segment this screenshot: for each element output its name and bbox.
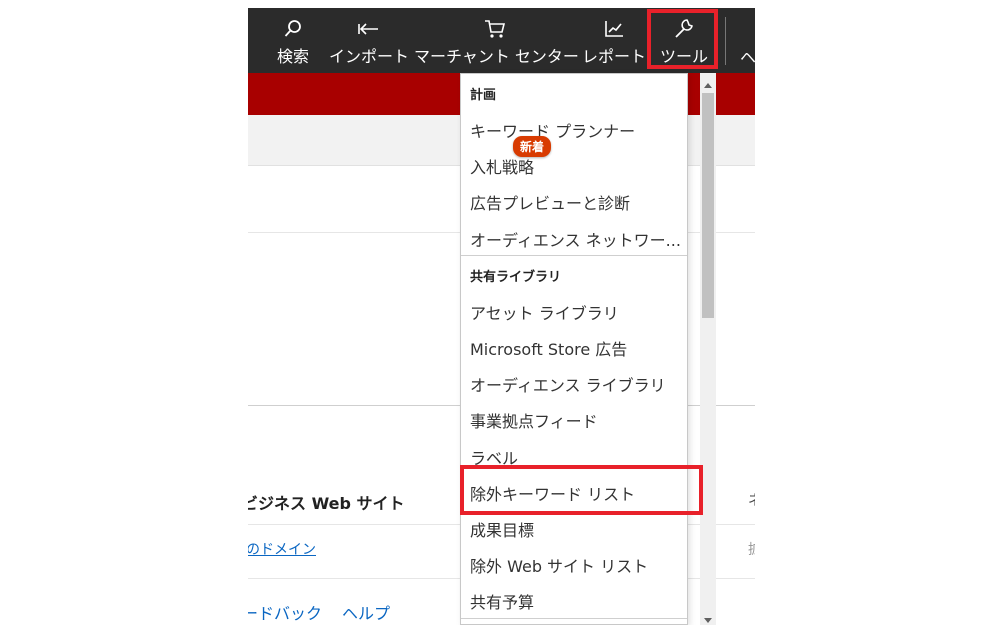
toolbar-search-label: 検索 (276, 47, 309, 66)
toolbar-import-button[interactable]: インポート (328, 8, 410, 73)
footer-links: ードバック ヘルプ (248, 600, 410, 624)
menu-item-audience-library[interactable]: オーディエンス ライブラリ (470, 372, 666, 396)
toolbar-merchant-center-button[interactable]: マーチャント センター (414, 8, 579, 73)
menu-item-microsoft-store-ads[interactable]: Microsoft Store 広告 (470, 336, 627, 360)
menu-divider (461, 255, 687, 256)
toolbar-overflow-label[interactable]: ヘ (740, 44, 755, 68)
import-arrow-icon (328, 18, 410, 40)
menu-item-ad-preview[interactable]: 広告プレビューと診断 (470, 190, 630, 214)
scroll-up-arrow-icon[interactable] (700, 77, 716, 89)
menu-item-keyword-planner[interactable]: キーワード プランナー (470, 118, 635, 142)
scroll-thumb[interactable] (702, 93, 714, 318)
menu-item-audience-network[interactable]: オーディエンス ネットワー... (470, 227, 681, 251)
chart-icon (580, 18, 648, 40)
toolbar-report-button[interactable]: レポート (580, 8, 648, 73)
toolbar-report-label: レポート (581, 47, 646, 66)
business-website-heading: ビジネス Web サイト (248, 494, 405, 513)
menu-item-shared-budgets[interactable]: 共有予算 (470, 589, 534, 613)
cart-icon (414, 18, 576, 40)
menu-item-conversion-goals[interactable]: 成果目標 (470, 517, 534, 541)
negative-keyword-highlight-box (460, 465, 703, 515)
toolbar-import-label: インポート (328, 47, 409, 66)
feedback-link[interactable]: ードバック (248, 604, 322, 623)
menu-item-bid-strategy[interactable]: 入札戦略 (470, 154, 534, 178)
tools-highlight-box (647, 9, 718, 69)
menu-scrollbar[interactable] (700, 73, 716, 625)
menu-item-location-feed[interactable]: 事業拠点フィード (470, 408, 598, 432)
search-icon (276, 18, 310, 40)
toolbar-merchant-center-label: マーチャント センター (414, 47, 579, 66)
menu-divider (461, 618, 687, 619)
app-viewport: 検索 インポート マーチャント センター レポート ツール ヘ ビジネス Web… (248, 0, 755, 625)
toolbar-divider (725, 17, 726, 65)
new-badge: 新着 (513, 136, 552, 157)
help-link[interactable]: ヘルプ (342, 604, 390, 623)
menu-section-planning: 計画 (470, 88, 497, 103)
tools-dropdown-menu: 計画 キーワード プランナー 入札戦略 新着 広告プレビューと診断 オーディエン… (460, 73, 755, 625)
tools-menu-panel: 計画 キーワード プランナー 入札戦略 新着 広告プレビューと診断 オーディエン… (460, 73, 688, 625)
menu-item-asset-library[interactable]: アセット ライブラリ (470, 300, 619, 324)
menu-item-website-exclusion-lists[interactable]: 除外 Web サイト リスト (470, 553, 648, 577)
menu-section-shared-library: 共有ライブラリ (470, 270, 562, 285)
scroll-down-arrow-icon[interactable] (700, 611, 716, 623)
toolbar-search-button[interactable]: 検索 (276, 8, 310, 73)
domain-link[interactable]: のドメイン (248, 539, 316, 559)
